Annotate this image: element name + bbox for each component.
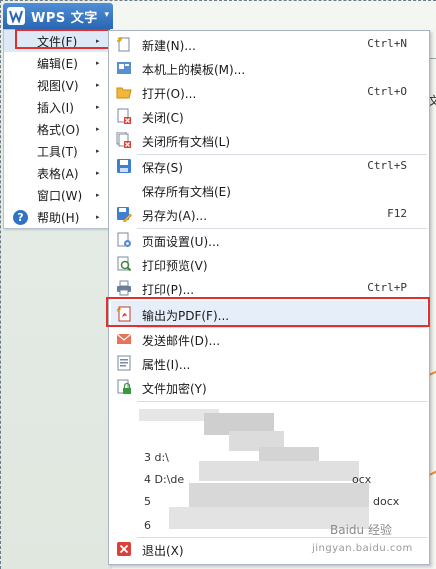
app-title: WPS 文字 (31, 10, 98, 26)
menu-label: 退出(X) (142, 544, 184, 558)
mail-icon (116, 333, 132, 344)
menu-item-label: 格式(O) (37, 122, 80, 137)
menu-label: 页面设置(U)... (142, 235, 220, 249)
save-as-icon (117, 207, 132, 222)
menu-item-label: 插入(I) (37, 100, 74, 115)
menu-label: 新建(N)... (142, 39, 196, 53)
close-document-icon (117, 108, 131, 124)
recent-file-suffix: docx (373, 495, 400, 508)
recent-file-item[interactable]: 3 d:\ (144, 451, 169, 464)
file-menu-encrypt[interactable]: 文件加密(Y) (109, 376, 429, 398)
menu-item-label: 帮助(H) (37, 210, 80, 225)
wps-menu-button[interactable]: WPS 文字 ▾ (3, 3, 113, 29)
menu-item-table[interactable]: 表格(A) ▸ (4, 162, 108, 184)
watermark-url: jingyan.baidu.com (312, 543, 413, 554)
close-all-icon (116, 132, 131, 148)
recent-file-item[interactable]: 6 (144, 519, 151, 532)
blurred-region (199, 461, 359, 481)
chevron-right-icon: ▸ (96, 125, 100, 133)
main-menu: 文件(F) ▸ 编辑(E) ▸ 视图(V) ▸ 插入(I) ▸ 格式(O) ▸ … (3, 29, 109, 229)
menu-item-edit[interactable]: 编辑(E) ▸ (4, 52, 108, 74)
wps-logo-icon (7, 7, 25, 25)
menu-item-label: 窗口(W) (37, 188, 83, 203)
shortcut-text: Ctrl+O (367, 85, 407, 98)
recent-file-item[interactable]: 4 D:\de (144, 473, 184, 486)
template-icon (117, 62, 131, 74)
selection-frame-left (0, 0, 1, 569)
menu-item-label: 表格(A) (37, 166, 79, 181)
file-menu-print[interactable]: 打印(P)... Ctrl+P (109, 277, 429, 299)
chevron-right-icon: ▸ (96, 81, 100, 89)
print-icon (117, 280, 131, 296)
file-menu-close[interactable]: 关闭(C) (109, 105, 429, 127)
highlight-box-pdf (106, 297, 430, 327)
menu-item-insert[interactable]: 插入(I) ▸ (4, 96, 108, 118)
file-menu-save-all[interactable]: 保存所有文档(E) (109, 179, 429, 201)
chevron-right-icon: ▸ (96, 213, 100, 221)
menu-item-tools[interactable]: 工具(T) ▸ (4, 140, 108, 162)
menu-label: 关闭(C) (142, 111, 184, 125)
shortcut-text: Ctrl+N (367, 37, 407, 50)
menu-label: 保存(S) (142, 161, 183, 175)
menu-label: 打印预览(V) (142, 259, 208, 273)
recent-file-item[interactable]: 5 (144, 495, 151, 508)
shortcut-text: F12 (387, 207, 407, 220)
shortcut-text: Ctrl+P (367, 281, 407, 294)
menu-item-window[interactable]: 窗口(W) ▸ (4, 184, 108, 206)
menu-separator (137, 401, 427, 402)
new-document-icon (117, 37, 130, 52)
menu-label: 发送邮件(D)... (142, 334, 221, 348)
menu-item-label: 工具(T) (37, 144, 78, 159)
menu-label: 另存为(A)... (142, 209, 208, 223)
help-icon: ? (13, 209, 28, 225)
chevron-right-icon: ▸ (96, 147, 100, 155)
file-menu-properties[interactable]: 属性(I)... (109, 352, 429, 374)
page-setup-icon (117, 232, 131, 247)
file-menu-close-all[interactable]: 关闭所有文档(L) (109, 129, 429, 151)
menu-label: 打印(P)... (142, 283, 195, 297)
file-menu-print-preview[interactable]: 打印预览(V) (109, 253, 429, 275)
chevron-right-icon: ▸ (96, 191, 100, 199)
save-icon (117, 159, 131, 173)
file-menu-templates[interactable]: 本机上的模板(M)... (109, 57, 429, 79)
print-preview-icon (117, 256, 132, 272)
exit-icon (117, 542, 131, 556)
menu-label: 关闭所有文档(L) (142, 135, 231, 149)
menu-label: 保存所有文档(E) (142, 185, 231, 199)
menu-item-label: 视图(V) (37, 78, 79, 93)
chevron-down-icon: ▾ (104, 10, 109, 20)
file-menu-open[interactable]: 打开(O)... Ctrl+O (109, 81, 429, 103)
menu-label: 打开(O)... (142, 87, 197, 101)
menu-label: 属性(I)... (142, 358, 191, 372)
menu-item-format[interactable]: 格式(O) ▸ (4, 118, 108, 140)
menu-item-view[interactable]: 视图(V) ▸ (4, 74, 108, 96)
file-menu-send-mail[interactable]: 发送邮件(D)... (109, 328, 429, 350)
file-menu-save[interactable]: 保存(S) Ctrl+S (109, 155, 429, 177)
chevron-right-icon: ▸ (96, 103, 100, 111)
menu-item-label: 编辑(E) (37, 56, 78, 71)
watermark: Baidu 经验 (330, 523, 392, 537)
file-menu-new[interactable]: 新建(N)... Ctrl+N (109, 33, 429, 55)
chevron-right-icon: ▸ (96, 169, 100, 177)
selection-frame-top (0, 0, 436, 1)
open-folder-icon (116, 87, 132, 99)
shortcut-text: Ctrl+S (367, 159, 407, 172)
chevron-right-icon: ▸ (96, 59, 100, 67)
file-menu-page-setup[interactable]: 页面设置(U)... (109, 229, 429, 251)
blurred-region (189, 483, 369, 507)
menu-item-help[interactable]: ? 帮助(H) ▸ (4, 206, 108, 228)
menu-label: 本机上的模板(M)... (142, 63, 246, 77)
properties-icon (117, 355, 131, 371)
encrypt-icon (117, 379, 131, 394)
menu-label: 文件加密(Y) (142, 382, 207, 396)
highlight-box-file (15, 29, 110, 49)
file-menu-save-as[interactable]: 另存为(A)... F12 (109, 203, 429, 225)
